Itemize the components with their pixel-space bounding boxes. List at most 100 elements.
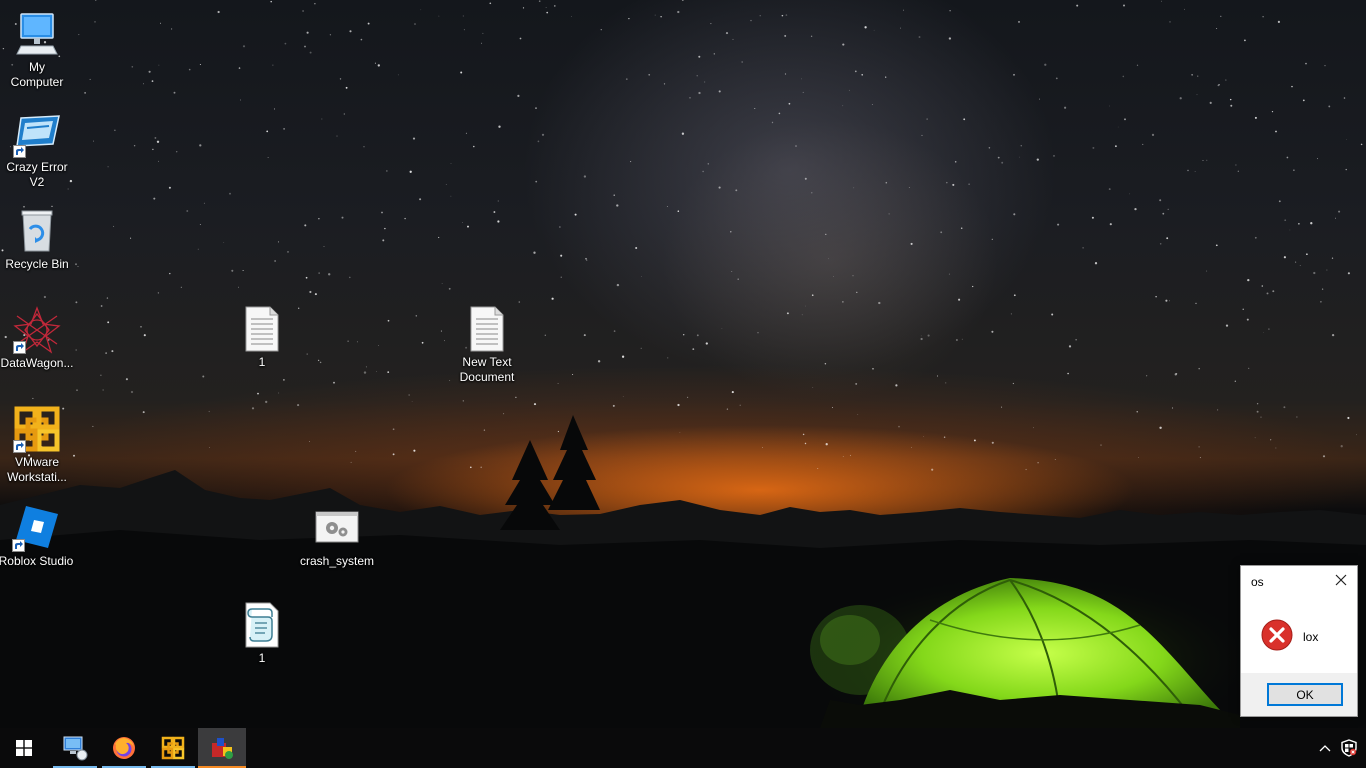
star bbox=[278, 392, 280, 394]
star bbox=[156, 140, 160, 143]
star bbox=[667, 357, 669, 359]
star bbox=[560, 276, 562, 278]
desktop-icon-vmware[interactable]: VMware Workstati... bbox=[0, 405, 75, 485]
star bbox=[788, 102, 791, 105]
star bbox=[757, 332, 759, 334]
star bbox=[1343, 97, 1346, 99]
show-hidden-icons-button[interactable] bbox=[1313, 728, 1337, 768]
star bbox=[1129, 193, 1131, 195]
star bbox=[737, 278, 739, 280]
dialog-close-button[interactable] bbox=[1332, 571, 1350, 589]
star bbox=[1075, 339, 1077, 341]
desktop-icon-label: Recycle Bin bbox=[5, 257, 69, 271]
star bbox=[1277, 20, 1281, 24]
star bbox=[208, 410, 210, 413]
star bbox=[1247, 278, 1250, 282]
star bbox=[857, 414, 859, 416]
dialog-title: os bbox=[1251, 575, 1264, 589]
star bbox=[1230, 104, 1233, 107]
desktop-icon-datawagon[interactable]: DataWagon... bbox=[0, 306, 75, 371]
star bbox=[1094, 262, 1098, 265]
star bbox=[363, 371, 367, 374]
star bbox=[681, 0, 684, 1]
star bbox=[926, 118, 928, 120]
star bbox=[438, 236, 440, 239]
star bbox=[885, 76, 887, 78]
taskbar-app-computer-network[interactable] bbox=[51, 728, 99, 768]
star bbox=[469, 466, 472, 469]
star bbox=[557, 430, 560, 433]
star bbox=[199, 223, 201, 226]
star bbox=[180, 286, 182, 288]
desktop-icon-label: Roblox Studio bbox=[0, 554, 74, 568]
star bbox=[242, 45, 246, 48]
desktop-icon-my-computer[interactable]: My Computer bbox=[0, 10, 75, 90]
desktop-icon-label: DataWagon... bbox=[0, 356, 74, 370]
star bbox=[535, 107, 537, 109]
taskbar-app-firefox[interactable] bbox=[100, 728, 148, 768]
text-file-icon bbox=[463, 305, 511, 353]
star bbox=[689, 97, 691, 99]
star bbox=[968, 183, 970, 185]
desktop-icon-text-file-1[interactable]: 1 bbox=[224, 305, 300, 370]
star bbox=[1165, 299, 1168, 302]
desktop-icon-roblox-studio[interactable]: Roblox Studio bbox=[0, 504, 74, 569]
star bbox=[1225, 79, 1227, 81]
star bbox=[943, 436, 946, 438]
star bbox=[113, 225, 115, 227]
desktop-icon-script-file-1[interactable]: 1 bbox=[224, 601, 300, 666]
windows-security-tray-button[interactable] bbox=[1337, 728, 1361, 768]
text-file-icon bbox=[238, 305, 286, 353]
star bbox=[600, 29, 602, 31]
datawagon-icon bbox=[13, 306, 61, 354]
star bbox=[625, 78, 628, 80]
star bbox=[107, 166, 109, 168]
star bbox=[842, 456, 844, 457]
desktop-icon-label: crash_system bbox=[299, 554, 375, 568]
script-app-icon bbox=[212, 738, 233, 759]
star bbox=[318, 272, 320, 274]
start-button[interactable] bbox=[0, 728, 48, 768]
star bbox=[771, 121, 774, 124]
star bbox=[785, 14, 788, 16]
star bbox=[367, 22, 370, 25]
star bbox=[918, 36, 921, 38]
star bbox=[242, 270, 244, 271]
star bbox=[345, 86, 348, 89]
star bbox=[718, 186, 721, 189]
desktop-icon-new-text-document[interactable]: New Text Document bbox=[449, 305, 525, 385]
star bbox=[679, 432, 681, 433]
star bbox=[397, 74, 399, 76]
star bbox=[413, 449, 416, 452]
star bbox=[1010, 313, 1013, 315]
star bbox=[441, 283, 443, 285]
desktop-icon-crash-system[interactable]: crash_system bbox=[299, 504, 375, 569]
desktop-icon-recycle-bin[interactable]: Recycle Bin bbox=[0, 207, 75, 272]
star bbox=[1346, 138, 1347, 140]
star bbox=[378, 345, 380, 346]
star bbox=[991, 330, 994, 333]
star bbox=[961, 338, 963, 340]
star bbox=[450, 163, 452, 164]
star bbox=[159, 22, 162, 24]
taskbar-app-vmware[interactable] bbox=[149, 728, 197, 768]
star bbox=[682, 333, 685, 336]
star bbox=[1268, 328, 1270, 330]
star bbox=[784, 73, 787, 75]
star bbox=[1142, 143, 1144, 145]
star bbox=[1122, 75, 1125, 78]
ok-button[interactable]: OK bbox=[1267, 683, 1343, 706]
star bbox=[489, 2, 492, 5]
star bbox=[148, 70, 151, 73]
star bbox=[660, 16, 662, 18]
star bbox=[1175, 372, 1178, 375]
star bbox=[613, 194, 615, 196]
vmware-icon bbox=[161, 736, 185, 760]
star bbox=[802, 433, 805, 436]
star bbox=[824, 363, 827, 365]
star bbox=[480, 466, 482, 469]
taskbar-app-script-host[interactable] bbox=[198, 728, 246, 768]
star bbox=[363, 146, 365, 148]
recycle-bin-icon bbox=[13, 207, 61, 255]
desktop-icon-crazy-error[interactable]: Crazy Error V2 bbox=[0, 110, 75, 190]
